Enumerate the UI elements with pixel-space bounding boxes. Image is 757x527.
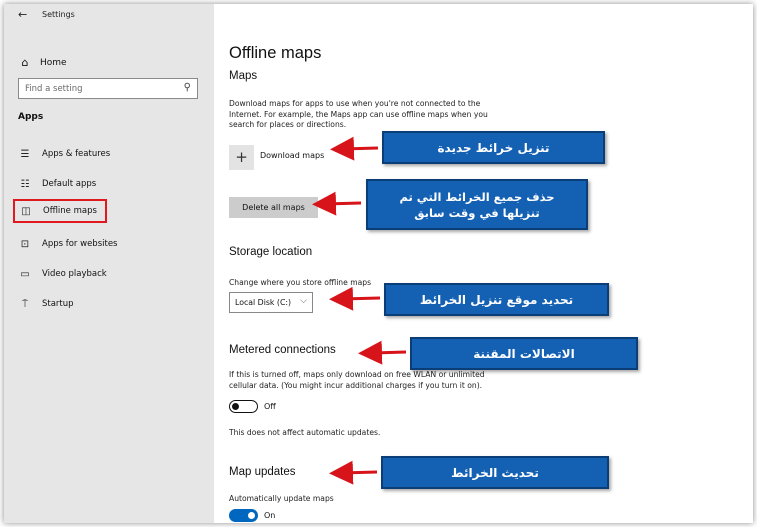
maps-heading: Maps xyxy=(229,70,258,82)
sidebar-item-offline-maps[interactable]: ◫ Offline maps xyxy=(13,199,107,223)
settings-window: ← Settings ⌂ Home Find a setting ⚲ Apps … xyxy=(4,4,753,523)
callout-delete-line1: حذف جميع الخرائط التي تم xyxy=(399,189,555,204)
storage-caption: Change where you store offline maps xyxy=(229,278,372,287)
default-apps-icon: ☷ xyxy=(20,178,30,190)
sidebar-item-label: Offline maps xyxy=(43,206,97,216)
storage-heading: Storage location xyxy=(229,246,313,258)
metered-toggle-state: Off xyxy=(264,402,276,411)
storage-location-value: Local Disk (C:) xyxy=(235,298,292,307)
metered-note: This does not affect automatic updates. xyxy=(229,428,381,437)
main-content: Offline maps Maps Download maps for apps… xyxy=(214,4,753,523)
title-bar: ← Settings xyxy=(4,4,214,26)
back-arrow-icon[interactable]: ← xyxy=(18,8,27,21)
sidebar-item-label: Video playback xyxy=(42,269,107,279)
map-updates-caption: Automatically update maps xyxy=(229,494,334,503)
web-apps-icon: ⊡ xyxy=(20,238,30,250)
window-title: Settings xyxy=(42,10,75,19)
metered-heading: Metered connections xyxy=(229,344,336,356)
delete-all-maps-button[interactable]: Delete all maps xyxy=(229,197,318,218)
callout-storage: تحديد موقع تنزيل الخرائط xyxy=(384,283,609,316)
sidebar-item-label: Apps & features xyxy=(42,149,111,159)
page-title: Offline maps xyxy=(229,44,322,62)
nav-home-label: Home xyxy=(40,57,67,68)
map-updates-heading: Map updates xyxy=(229,466,296,478)
toggle-knob xyxy=(248,512,255,519)
startup-icon: ⍑ xyxy=(22,298,28,310)
video-icon: ▭ xyxy=(20,268,30,280)
storage-location-select[interactable]: Local Disk (C:) ⌵ xyxy=(229,292,313,313)
nav-home[interactable]: ⌂ Home xyxy=(18,56,67,69)
sidebar-item-apps-features[interactable]: ☰ Apps & features xyxy=(18,145,111,163)
callout-updates: تحديث الخرائط xyxy=(381,456,609,489)
section-title: Apps xyxy=(18,112,44,122)
search-placeholder: Find a setting xyxy=(25,84,83,94)
callout-delete-line2: تنزيلها في وقت سابق xyxy=(414,205,540,220)
download-maps-button[interactable]: + xyxy=(229,145,254,170)
callout-metered: الاتصالات المقننة xyxy=(410,337,638,370)
sidebar-item-label: Apps for websites xyxy=(42,239,118,249)
sidebar-item-video-playback[interactable]: ▭ Video playback xyxy=(18,265,107,283)
sidebar: ← Settings ⌂ Home Find a setting ⚲ Apps … xyxy=(4,4,214,523)
sidebar-item-label: Startup xyxy=(42,299,74,309)
sidebar-item-label: Default apps xyxy=(42,179,97,189)
chevron-down-icon: ⌵ xyxy=(300,296,307,306)
map-icon: ◫ xyxy=(21,205,31,217)
sidebar-item-apps-for-websites[interactable]: ⊡ Apps for websites xyxy=(18,235,118,253)
metered-description: If this is turned off, maps only downloa… xyxy=(229,370,485,390)
callout-download: تنزيل خرائط جديدة xyxy=(382,131,605,164)
metered-toggle[interactable] xyxy=(229,400,258,413)
home-icon: ⌂ xyxy=(21,56,29,69)
sidebar-item-startup[interactable]: ⍑ Startup xyxy=(18,295,74,313)
callout-delete: حذف جميع الخرائط التي تم تنزيلها في وقت … xyxy=(366,179,588,230)
sidebar-item-default-apps[interactable]: ☷ Default apps xyxy=(18,175,97,193)
search-icon[interactable]: ⚲ xyxy=(184,82,191,93)
toggle-knob xyxy=(232,402,239,410)
list-icon: ☰ xyxy=(20,148,30,160)
map-updates-toggle[interactable] xyxy=(229,509,258,522)
download-maps-label[interactable]: Download maps xyxy=(260,151,324,160)
search-input[interactable]: Find a setting ⚲ xyxy=(18,78,198,99)
map-updates-toggle-state: On xyxy=(264,511,276,520)
maps-description: Download maps for apps to use when you'r… xyxy=(229,99,488,129)
